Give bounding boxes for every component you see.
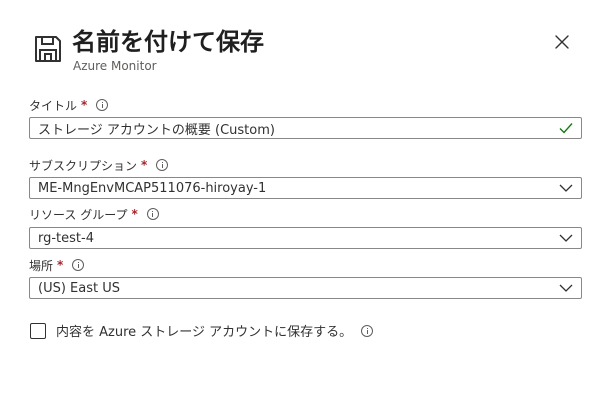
- save-content-checkbox[interactable]: [30, 322, 46, 339]
- resource-group-dropdown[interactable]: rg-test-4: [29, 227, 582, 249]
- page-title: 名前を付けて保存: [72, 28, 264, 56]
- required-mark: *: [141, 158, 148, 172]
- location-value: (US) East US: [38, 280, 120, 296]
- chevron-down-icon: [551, 178, 581, 198]
- required-mark: *: [81, 98, 88, 112]
- resource-group-label: リソース グループ: [29, 207, 128, 222]
- subscription-label-row: サブスクリプション *: [29, 157, 169, 173]
- info-icon[interactable]: [156, 159, 169, 171]
- save-icon: [35, 36, 61, 62]
- save-content-checkbox-label: 内容を Azure ストレージ アカウントに保存する。: [56, 325, 353, 340]
- location-dropdown[interactable]: (US) East US: [29, 277, 582, 299]
- subscription-label: サブスクリプション: [29, 158, 138, 173]
- close-icon[interactable]: [553, 33, 571, 51]
- info-icon[interactable]: [72, 259, 85, 271]
- subscription-dropdown[interactable]: ME-MngEnvMCAP511076-hiroyay-1: [29, 177, 582, 199]
- title-input[interactable]: ストレージ アカウントの概要 (Custom): [29, 117, 582, 139]
- location-label-row: 場所 *: [29, 257, 85, 273]
- required-mark: *: [131, 207, 138, 221]
- page-subtitle: Azure Monitor: [73, 59, 157, 73]
- info-icon[interactable]: [146, 208, 159, 220]
- save-content-checkbox-row[interactable]: 内容を Azure ストレージ アカウントに保存する。: [30, 321, 374, 340]
- checkmark-icon: [551, 118, 581, 138]
- title-input-value: ストレージ アカウントの概要 (Custom): [38, 122, 275, 138]
- location-label: 場所: [29, 258, 54, 273]
- chevron-down-icon: [551, 228, 581, 248]
- resource-group-label-row: リソース グループ *: [29, 206, 159, 222]
- info-icon[interactable]: [361, 324, 374, 337]
- chevron-down-icon: [551, 278, 581, 298]
- info-icon[interactable]: [96, 99, 109, 111]
- required-mark: *: [57, 258, 64, 272]
- subscription-value: ME-MngEnvMCAP511076-hiroyay-1: [38, 180, 267, 196]
- title-label: タイトル: [29, 98, 78, 113]
- title-label-row: タイトル *: [29, 97, 109, 113]
- resource-group-value: rg-test-4: [38, 230, 94, 246]
